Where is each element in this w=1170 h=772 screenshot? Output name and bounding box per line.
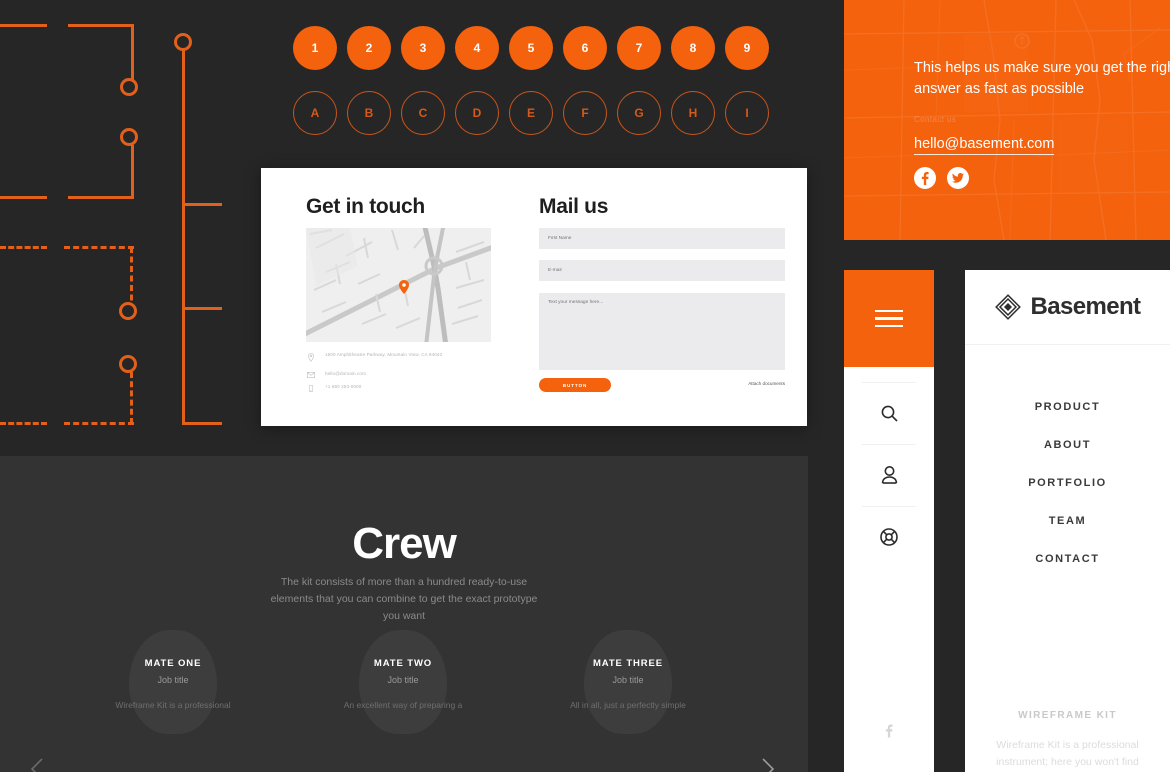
carousel-next-button[interactable] (755, 756, 781, 772)
number-circle[interactable]: 7 (617, 26, 661, 70)
twitter-icon[interactable] (947, 167, 969, 189)
letter-circle[interactable]: H (671, 91, 715, 135)
connector-node (120, 78, 138, 96)
wireframe-kit-title: WIREFRAME KIT (1018, 710, 1117, 721)
contact-card: Get in touch Mail us 1600 Amphitheatre P… (261, 168, 807, 426)
crew-member-name: MATE ONE (144, 658, 202, 669)
number-circle[interactable]: 6 (563, 26, 607, 70)
crew-member-card[interactable]: MATE THREE Job title All in all, just a … (528, 630, 728, 734)
location-icon (308, 353, 314, 362)
letter-circle[interactable]: I (725, 91, 769, 135)
letter-circle[interactable]: E (509, 91, 553, 135)
location-map[interactable] (306, 228, 491, 342)
wireframe-kit-body: Wireframe Kit is a professional instrume… (996, 739, 1139, 768)
number-circle[interactable]: 1 (293, 26, 337, 70)
connector-node (119, 355, 137, 373)
email-input[interactable] (539, 260, 785, 281)
crew-subtitle: The kit consists of more than a hundred … (270, 576, 538, 622)
letter-circle[interactable]: G (617, 91, 661, 135)
crew-section: Crew The kit consists of more than a hun… (0, 456, 808, 772)
mail-us-heading: Mail us (539, 195, 609, 218)
email-text: hello@domain.com (325, 371, 366, 376)
diamond-logo-icon (994, 294, 1021, 320)
number-circle[interactable]: 4 (455, 26, 499, 70)
app-root: 1 2 3 4 5 6 7 8 9 A B C D E F G H I Get … (0, 0, 1170, 772)
search-icon[interactable] (844, 382, 934, 444)
connector-node (119, 302, 137, 320)
facebook-icon[interactable] (914, 167, 936, 189)
connector-node (174, 33, 192, 51)
crew-member-job: Job title (612, 675, 644, 685)
facebook-icon[interactable] (844, 700, 934, 762)
crew-member-name: MATE THREE (592, 658, 664, 669)
letter-circle[interactable]: F (563, 91, 607, 135)
phone-icon (308, 385, 314, 392)
marker-circles: 1 2 3 4 5 6 7 8 9 A B C D E F G H I (293, 26, 769, 135)
lifebuoy-icon[interactable] (844, 506, 934, 568)
number-circle[interactable]: 5 (509, 26, 553, 70)
panel-email-link[interactable]: hello@basement.com (914, 136, 1055, 155)
number-circle[interactable]: 3 (401, 26, 445, 70)
email-line: hello@domain.com (306, 371, 366, 378)
address-text: 1600 Amphitheatre Parkway, Mountain View… (325, 352, 443, 357)
menu-item-product[interactable]: PRODUCT (965, 388, 1170, 426)
brand-logo[interactable]: Basement (965, 270, 1170, 345)
carousel-prev-button[interactable] (24, 756, 50, 772)
first-name-input[interactable] (539, 228, 785, 249)
background-map-texture (844, 0, 1170, 240)
number-circle[interactable]: 2 (347, 26, 391, 70)
crew-member-name: MATE TWO (373, 658, 433, 669)
crew-member-card[interactable]: MATE ONE Job title Wireframe Kit is a pr… (73, 630, 273, 734)
hamburger-menu-icon[interactable] (844, 270, 934, 367)
menu-item-contact[interactable]: CONTACT (965, 540, 1170, 578)
crew-member-desc: All in all, just a perfectly simple (570, 700, 686, 710)
crew-member-job: Job title (387, 675, 419, 685)
orange-info-panel: This helps us make sure you get the righ… (844, 0, 1170, 240)
panel-message: This helps us make sure you get the righ… (914, 60, 1170, 98)
user-icon[interactable] (844, 444, 934, 506)
menu-item-team[interactable]: TEAM (965, 502, 1170, 540)
number-circle[interactable]: 9 (725, 26, 769, 70)
message-textarea[interactable] (539, 293, 785, 370)
phone-text: +1 650 253-0000 (325, 384, 362, 389)
letter-circle[interactable]: C (401, 91, 445, 135)
navigation-menu-panel: Basement PRODUCT ABOUT PORTFOLIO TEAM CO… (965, 270, 1170, 772)
wireframe-kit-block: WIREFRAME KIT Wireframe Kit is a profess… (965, 710, 1170, 771)
number-circle[interactable]: 8 (671, 26, 715, 70)
map-pin-icon (399, 280, 409, 294)
numbered-circles-row: 1 2 3 4 5 6 7 8 9 (293, 26, 769, 70)
crew-member-job: Job title (157, 675, 189, 685)
get-in-touch-heading: Get in touch (306, 195, 425, 218)
address-line: 1600 Amphitheatre Parkway, Mountain View… (306, 352, 442, 362)
submit-button[interactable]: BUTTON (539, 378, 611, 392)
letter-circle[interactable]: B (347, 91, 391, 135)
phone-line: +1 650 253-0000 (306, 384, 361, 392)
menu-item-portfolio[interactable]: PORTFOLIO (965, 464, 1170, 502)
attach-documents-link[interactable]: Attach documents (748, 381, 785, 386)
connector-node (120, 128, 138, 146)
letter-circle[interactable]: A (293, 91, 337, 135)
panel-ghost-label: Contact us (914, 115, 957, 124)
letter-circle[interactable]: D (455, 91, 499, 135)
crew-member-card[interactable]: MATE TWO Job title An excellent way of p… (303, 630, 503, 734)
menu-item-about[interactable]: ABOUT (965, 426, 1170, 464)
logo-text: Basement (1030, 293, 1142, 320)
menu-list: PRODUCT ABOUT PORTFOLIO TEAM CONTACT (965, 388, 1170, 578)
icon-rail (844, 270, 934, 772)
lettered-circles-row: A B C D E F G H I (293, 91, 769, 135)
crew-member-desc: An excellent way of preparing a (343, 700, 463, 710)
crew-member-desc: Wireframe Kit is a professional (115, 700, 231, 710)
crew-title: Crew (352, 519, 457, 568)
mail-icon (307, 372, 315, 378)
